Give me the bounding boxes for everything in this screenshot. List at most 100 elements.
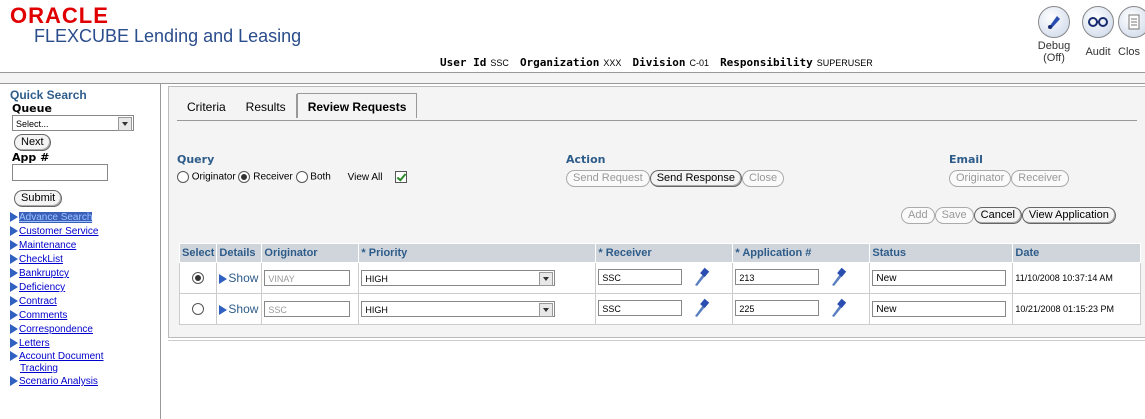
sidebar-item-label[interactable]: Advance Search — [19, 212, 93, 223]
queue-select[interactable]: Select... — [12, 115, 134, 131]
sidebar-item-label[interactable]: Deficiency — [19, 282, 65, 293]
sidebar-item-label[interactable]: Comments — [19, 310, 67, 321]
receiver-radio[interactable] — [238, 171, 251, 183]
sidebar-item-label[interactable]: Account Document — [19, 351, 104, 362]
required-icon: * — [735, 247, 740, 259]
debug-button[interactable]: Debug (Off) — [1034, 6, 1074, 64]
sidebar-item-label[interactable]: Contract — [19, 296, 57, 307]
next-button[interactable]: Next — [14, 134, 51, 151]
cancel-button[interactable]: Cancel — [973, 207, 1022, 224]
triangle-right-icon — [10, 268, 18, 279]
details-cell[interactable]: Show — [216, 293, 263, 325]
receiver-input[interactable]: SSC — [598, 299, 683, 316]
tab-divider — [177, 120, 1137, 121]
sidebar-item-advance-search[interactable]: Advance Search — [10, 211, 160, 225]
division-label: Division — [632, 56, 686, 69]
sidebar-item-bankruptcy[interactable]: Bankruptcy — [10, 267, 160, 281]
view-all-label: View All — [347, 171, 383, 183]
row-select-radio[interactable] — [192, 303, 205, 316]
details-cell[interactable]: Show — [216, 262, 263, 294]
show-link[interactable]: Show — [228, 271, 258, 285]
chevron-down-icon — [118, 117, 132, 131]
sidebar-item-letters[interactable]: Letters — [10, 337, 160, 351]
flashlight-icon[interactable] — [829, 267, 847, 290]
sidebar-item-contract[interactable]: Contract — [10, 295, 160, 309]
queue-select-value: Select... — [16, 119, 49, 129]
sidebar-item-deficiency[interactable]: Deficiency — [10, 281, 160, 295]
email-receiver-button[interactable]: Receiver — [1011, 170, 1069, 187]
action-buttons: Send Request Send Response Close — [566, 170, 785, 187]
email-buttons: Originator Receiver — [949, 170, 1069, 187]
col-date: Date — [1012, 243, 1141, 263]
flashlight-icon[interactable] — [692, 298, 710, 321]
send-request-button[interactable]: Send Request — [566, 170, 650, 187]
originator-radio[interactable] — [177, 171, 189, 183]
sidebar-item-maintenance[interactable]: Maintenance — [10, 239, 160, 253]
originator-radio-label: Originator — [191, 171, 236, 183]
user-id-value: SSC — [490, 58, 509, 68]
sidebar-item-label[interactable]: CheckList — [19, 254, 63, 265]
sidebar-item-label[interactable]: Maintenance — [19, 240, 76, 251]
originator-field: SSC — [264, 301, 351, 317]
queue-label: Queue — [12, 102, 52, 115]
product-name: FLEXCUBE Lending and Leasing — [34, 26, 302, 46]
brand-name: ORACLE — [10, 3, 109, 28]
sidebar-item-label[interactable]: Tracking — [20, 363, 58, 374]
sidebar-item-comments[interactable]: Comments — [10, 309, 160, 323]
save-button[interactable]: Save — [934, 207, 974, 224]
status-field: New — [872, 270, 1007, 286]
triangle-right-icon — [10, 282, 18, 293]
edit-buttons: Add Save Cancel View Application — [901, 207, 1116, 224]
sidebar-item-account-document-tracking[interactable]: Account Document Tracking — [10, 351, 160, 375]
priority-select[interactable]: HIGH — [361, 270, 556, 286]
sidebar-item-label[interactable]: Customer Service — [19, 226, 98, 237]
col-details: Details — [216, 243, 263, 263]
status-field: New — [872, 301, 1007, 317]
originator-field: VINAY — [264, 270, 351, 286]
add-button[interactable]: Add — [901, 207, 935, 224]
application-cell: 225 — [732, 293, 871, 325]
send-response-button[interactable]: Send Response — [649, 170, 742, 187]
sidebar-item-correspondence[interactable]: Correspondence — [10, 323, 160, 337]
sidebar-item-label[interactable]: Letters — [19, 338, 50, 349]
both-radio[interactable] — [295, 171, 308, 183]
col-receiver-label: Receiver — [605, 247, 652, 259]
tab-results[interactable]: Results — [236, 94, 297, 118]
sidebar-item-scenario-analysis[interactable]: Scenario Analysis — [10, 375, 160, 389]
tab-bar: Criteria Results Review Requests — [177, 93, 418, 119]
close-app-button[interactable]: Clos — [1118, 6, 1145, 58]
flashlight-icon[interactable] — [692, 267, 710, 290]
app-number-label: App # — [12, 151, 50, 164]
triangle-right-icon — [219, 274, 228, 285]
sidebar-item-label[interactable]: Correspondence — [19, 324, 93, 335]
view-application-button[interactable]: View Application — [1021, 207, 1116, 224]
org-value: XXX — [603, 58, 622, 68]
sidebar-item-customer-service[interactable]: Customer Service — [10, 225, 160, 239]
sidebar-item-checklist[interactable]: CheckList — [10, 253, 160, 267]
submit-button[interactable]: Submit — [14, 190, 63, 207]
originator-cell: SSC — [261, 293, 360, 325]
app-number-input[interactable] — [12, 164, 108, 181]
action-section-title: Action — [566, 153, 606, 166]
application-input[interactable]: 225 — [735, 299, 820, 316]
triangle-right-icon — [10, 212, 18, 223]
sidebar-item-label[interactable]: Scenario Analysis — [19, 376, 98, 387]
tab-review-requests[interactable]: Review Requests — [296, 93, 418, 118]
row-select-radio[interactable] — [192, 272, 205, 285]
col-application-label: Application # — [742, 247, 812, 259]
header-divider — [0, 72, 1145, 84]
email-originator-button[interactable]: Originator — [949, 170, 1012, 187]
receiver-input[interactable]: SSC — [598, 268, 683, 285]
document-icon — [1118, 6, 1145, 38]
view-all-checkbox[interactable] — [395, 171, 408, 183]
flashlight-icon[interactable] — [829, 298, 847, 321]
application-input[interactable]: 213 — [735, 268, 820, 285]
responsibility-label: Responsibility — [720, 56, 813, 69]
sidebar-item-label[interactable]: Bankruptcy — [19, 268, 69, 279]
close-button[interactable]: Close — [742, 170, 785, 187]
show-link[interactable]: Show — [228, 302, 258, 316]
audit-button[interactable]: Audit — [1080, 6, 1116, 58]
priority-select[interactable]: HIGH — [361, 301, 556, 317]
tab-criteria[interactable]: Criteria — [177, 94, 236, 118]
col-application: * Application # — [732, 243, 871, 263]
